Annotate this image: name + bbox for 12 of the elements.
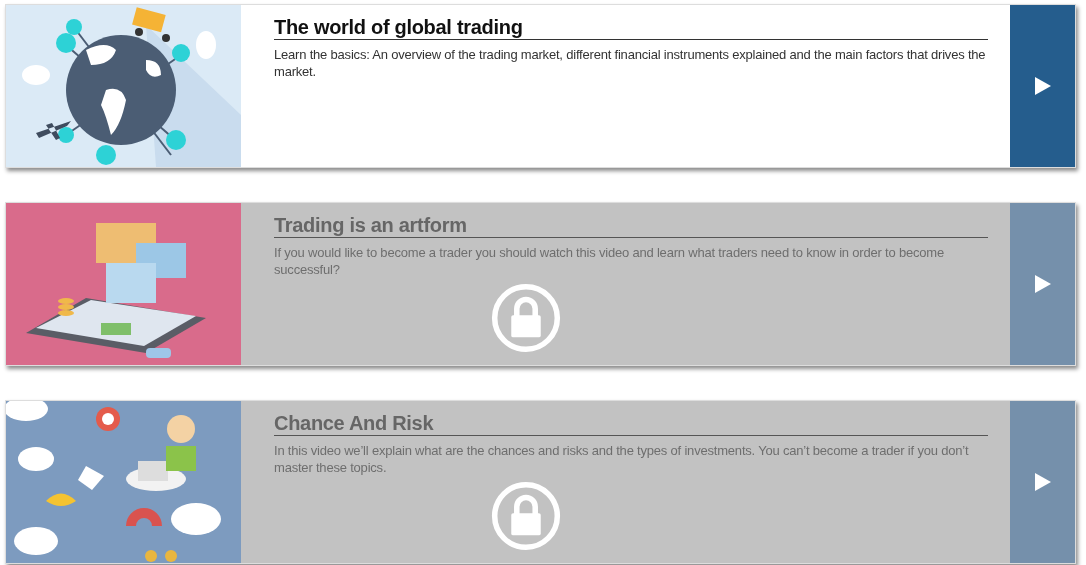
course-title: Trading is an artform [274, 213, 988, 238]
play-button[interactable] [1010, 5, 1075, 167]
course-title: Chance And Risk [274, 411, 988, 436]
play-icon [1034, 473, 1051, 491]
course-description: In this video we’ll explain what are the chances and risks and the types of investments. You can’t become a trader if you don’t master these topics. [274, 442, 970, 476]
play-button[interactable] [1010, 401, 1075, 563]
course-description: If you would like to become a trader you should watch this video and learn what traders need to know in order to become successful? [274, 244, 945, 278]
play-button[interactable] [1010, 203, 1075, 365]
play-icon [1034, 275, 1051, 293]
course-title: The world of global trading [274, 15, 988, 40]
course-description: Learn the basics: An overview of the trading market, different financial instruments explained and the main factors that drives the market. [274, 46, 987, 80]
play-icon [1034, 77, 1051, 95]
